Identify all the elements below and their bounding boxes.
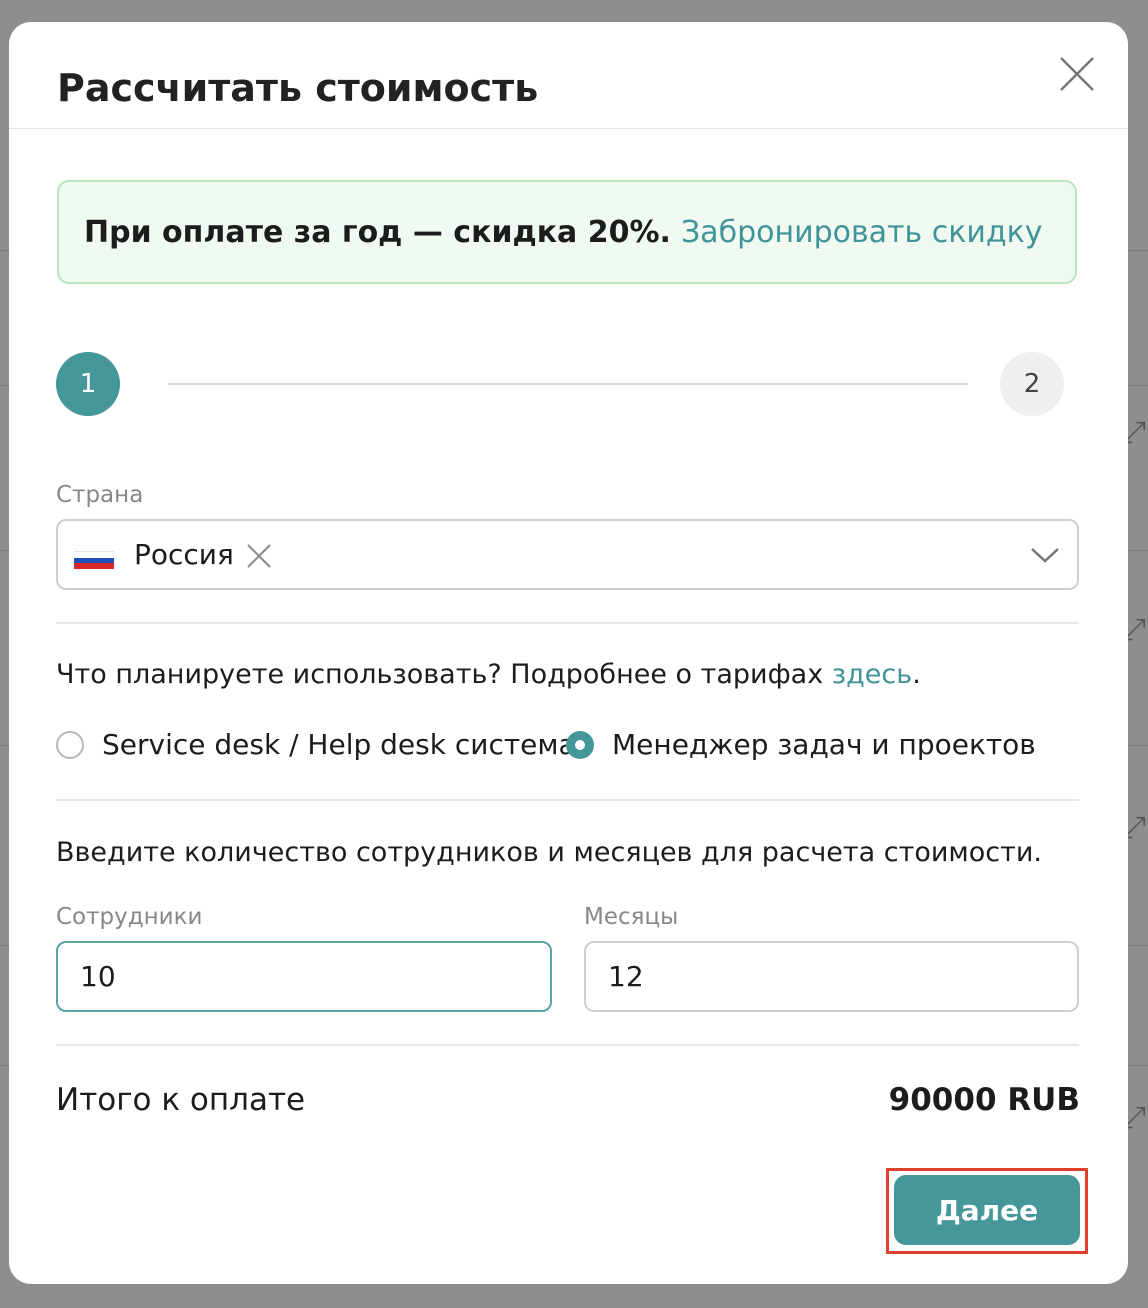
russia-flag-icon xyxy=(74,551,114,570)
modal-title: Рассчитать стоимость xyxy=(57,66,539,110)
calc-instruction: Введите количество сотрудников и месяцев… xyxy=(56,837,1042,868)
radio-task-manager-label: Менеджер задач и проектов xyxy=(612,728,1036,761)
header-divider xyxy=(9,128,1128,129)
section-divider xyxy=(56,1044,1079,1046)
radio-task-manager[interactable]: Менеджер задач и проектов xyxy=(566,728,1036,761)
next-button[interactable]: Далее xyxy=(894,1175,1080,1245)
radio-selected-icon xyxy=(566,730,594,759)
tariffs-link[interactable]: здесь xyxy=(832,659,912,690)
calculate-cost-modal: Рассчитать стоимость При оплате за год —… xyxy=(9,22,1128,1284)
clear-x-icon xyxy=(247,544,271,568)
close-button[interactable] xyxy=(1057,54,1097,94)
book-discount-link[interactable]: Забронировать скидку xyxy=(681,215,1043,250)
radio-service-desk[interactable]: Service desk / Help desk система xyxy=(56,728,576,761)
total-label: Итого к оплате xyxy=(56,1082,306,1118)
radio-unselected-icon xyxy=(56,730,84,759)
months-input[interactable] xyxy=(584,941,1079,1012)
discount-banner: При оплате за год — скидка 20%. Забронир… xyxy=(57,180,1077,284)
country-select[interactable]: Россия xyxy=(56,519,1079,590)
country-label: Страна xyxy=(56,482,144,508)
employees-input[interactable] xyxy=(56,941,552,1012)
clear-country-button[interactable] xyxy=(244,541,274,571)
step-progress-line xyxy=(168,383,968,385)
country-value: Россия xyxy=(134,538,234,571)
section-divider xyxy=(56,622,1079,624)
months-label: Месяцы xyxy=(584,904,679,930)
usage-question: Что планируете использовать? Подробнее о… xyxy=(56,659,921,690)
close-icon xyxy=(1060,57,1094,91)
chevron-down-icon xyxy=(1031,548,1059,563)
next-button-highlight: Далее xyxy=(886,1168,1088,1254)
employees-label: Сотрудники xyxy=(56,904,203,930)
step-1-indicator: 1 xyxy=(56,352,120,416)
step-2-indicator: 2 xyxy=(1000,352,1064,416)
total-value: 90000 RUB xyxy=(888,1082,1080,1118)
country-dropdown-toggle[interactable] xyxy=(1028,543,1062,567)
discount-text: При оплате за год — скидка 20%. xyxy=(84,214,671,250)
section-divider xyxy=(56,799,1079,801)
radio-service-desk-label: Service desk / Help desk система xyxy=(102,728,576,761)
